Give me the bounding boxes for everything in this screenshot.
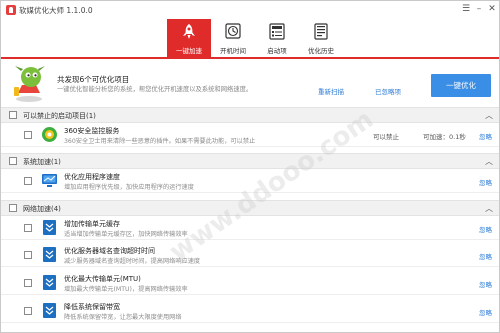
clock-icon <box>225 23 241 39</box>
item-name: 优化服务器域名查询超时时间 <box>64 247 155 255</box>
tab-one-click-speedup[interactable]: 一键加速 <box>167 19 211 57</box>
minimize-button[interactable]: – <box>472 3 486 16</box>
item-description: 360安全卫士用来清除一些恶意的插件。如果不需要此功能，可以禁止 <box>64 138 256 145</box>
one-click-optimize-button[interactable]: 一键优化 <box>431 74 491 97</box>
title-bar: 软媒优化大师 1.1.0.0 ☰ – ✕ <box>1 1 499 19</box>
ignore-link[interactable]: 忽略 <box>479 251 492 261</box>
list-item: 360安全监控服务 360安全卫士用来清除一些恶意的插件。如果不需要此功能，可以… <box>1 123 499 147</box>
item-checkbox[interactable] <box>24 279 32 287</box>
tab-label: 开机时间 <box>220 47 246 55</box>
ignore-link[interactable]: 忽略 <box>479 177 492 187</box>
item-description: 增加最大传输单元(MTU)，提高网络传输效率 <box>64 286 188 293</box>
network-doc-icon <box>43 220 56 235</box>
list-item: 增加传输单元缓存 适当增加传输单元缓存区，加快网络传输效率 忽略 <box>1 216 499 240</box>
item-checkbox[interactable] <box>24 177 32 185</box>
chevron-up-icon[interactable]: ︿ <box>485 156 493 167</box>
section-checkbox[interactable] <box>9 157 17 165</box>
item-name: 360安全监控服务 <box>64 127 120 135</box>
item-description: 适当增加传输单元缓存区，加快网络传输效率 <box>64 231 188 238</box>
close-button[interactable]: ✕ <box>485 3 499 16</box>
item-description: 降低系统保留带宽，让您最大限度使用网络 <box>64 314 182 321</box>
section-title: 网络加速(4) <box>23 205 61 213</box>
tab-label: 一键加速 <box>176 47 202 55</box>
item-checkbox[interactable] <box>24 307 32 315</box>
list-item: 优化最大传输单元(MTU) 增加最大传输单元(MTU)，提高网络传输效率 忽略 <box>1 271 499 295</box>
tab-label: 启动项 <box>267 47 287 55</box>
ignore-link[interactable]: 忽略 <box>479 131 492 141</box>
section-title: 可以禁止的启动项目(1) <box>23 112 96 120</box>
chevron-up-icon[interactable]: ︿ <box>485 110 493 121</box>
item-speedup-time: 可加速：0.1秒 <box>423 133 466 141</box>
item-name: 优化最大传输单元(MTU) <box>64 275 141 283</box>
ignore-link[interactable]: 忽略 <box>479 279 492 289</box>
item-description: 减少服务器域名查询超时时间，提高网络响应速度 <box>64 258 201 265</box>
startup-list-icon <box>269 23 285 40</box>
section-checkbox[interactable] <box>9 204 17 212</box>
rescan-link[interactable]: 重新扫描 <box>318 86 344 96</box>
item-status: 可以禁止 <box>373 133 399 141</box>
item-checkbox[interactable] <box>24 251 32 259</box>
section-title: 系统加速(1) <box>23 158 61 166</box>
window-title: 软媒优化大师 1.1.0.0 <box>19 6 93 15</box>
section-system-speedup: 系统加速(1) ︿ <box>1 153 499 169</box>
item-name: 降低系统保留带宽 <box>64 303 120 311</box>
item-name: 增加传输单元缓存 <box>64 220 120 228</box>
app-window: 软媒优化大师 1.1.0.0 ☰ – ✕ 一键加速 开机时间 启动项 优化历史 … <box>0 0 500 333</box>
network-doc-icon <box>43 275 56 290</box>
list-item: 优化应用程序速度 增加应用程序优先级，加快应用程序的运行速度 忽略 <box>1 169 499 193</box>
summary-description: 一键优化智能分析您的系统，帮您优化开机速度以及系统和网络速度。 <box>57 86 253 93</box>
list-item: 优化服务器域名查询超时时间 减少服务器域名查询超时时间，提高网络响应速度 忽略 <box>1 243 499 267</box>
list-item: 降低系统保留带宽 降低系统保留带宽，让您最大限度使用网络 忽略 <box>1 299 499 323</box>
tab-label: 优化历史 <box>308 47 334 55</box>
ignore-link[interactable]: 忽略 <box>479 307 492 317</box>
section-checkbox[interactable] <box>9 111 17 119</box>
tab-startup-items[interactable]: 启动项 <box>255 19 299 57</box>
menu-icon[interactable]: ☰ <box>459 3 473 16</box>
section-network-speedup: 网络加速(4) ︿ <box>1 200 499 216</box>
rocket-icon <box>183 24 195 39</box>
history-book-icon <box>314 23 328 40</box>
item-name: 优化应用程序速度 <box>64 173 120 181</box>
ignore-link[interactable]: 忽略 <box>479 224 492 234</box>
item-checkbox[interactable] <box>24 131 32 139</box>
network-doc-icon <box>43 247 56 262</box>
app-logo-icon <box>6 5 16 15</box>
tab-optimize-history[interactable]: 优化历史 <box>299 19 343 57</box>
tab-boot-time[interactable]: 开机时间 <box>211 19 255 57</box>
shield-360-icon <box>42 127 57 142</box>
item-description: 增加应用程序优先级，加快应用程序的运行速度 <box>64 184 194 191</box>
mascot-icon <box>14 66 45 102</box>
monitor-icon <box>42 174 57 187</box>
chevron-up-icon[interactable]: ︿ <box>485 203 493 214</box>
network-doc-icon <box>43 303 56 318</box>
section-disable-startup: 可以禁止的启动项目(1) ︿ <box>1 107 499 123</box>
ignored-items-link[interactable]: 已忽略项 <box>375 86 401 96</box>
scan-summary: 共发现6个可优化项目 一键优化智能分析您的系统，帮您优化开机速度以及系统和网络速… <box>1 59 499 107</box>
main-tabs: 一键加速 开机时间 启动项 优化历史 <box>1 19 499 59</box>
item-checkbox[interactable] <box>24 224 32 232</box>
